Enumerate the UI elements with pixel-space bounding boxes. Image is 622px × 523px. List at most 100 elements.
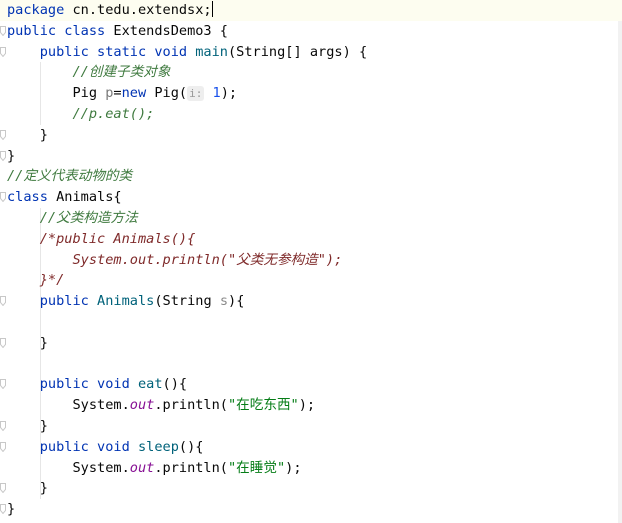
code-text: //创建子类对象 bbox=[7, 62, 170, 83]
code-line[interactable]: System.out.println("父类无参构造"); bbox=[0, 250, 618, 271]
code-line[interactable] bbox=[0, 312, 618, 333]
code-token: ); bbox=[298, 397, 316, 414]
code-token: class bbox=[7, 189, 57, 206]
code-token: Pig( bbox=[154, 85, 188, 102]
fold-marker-icon[interactable] bbox=[0, 296, 6, 307]
code-token: out bbox=[129, 397, 155, 414]
code-text: }*/ bbox=[7, 270, 65, 291]
code-token: eat bbox=[137, 376, 163, 393]
fold-marker-icon[interactable] bbox=[0, 192, 6, 203]
code-token: (){ bbox=[162, 376, 188, 393]
code-line[interactable]: class Animals{ bbox=[0, 187, 618, 208]
code-token: sleep bbox=[137, 438, 179, 455]
code-text: public Animals(String s){ bbox=[7, 291, 245, 312]
code-editor[interactable]: package cn.tedu.extendsx; public class Ex… bbox=[0, 0, 622, 523]
code-text: } bbox=[7, 416, 48, 437]
code-token: public class bbox=[7, 22, 114, 39]
code-line[interactable] bbox=[0, 354, 618, 375]
code-line[interactable]: //p.eat(); bbox=[0, 104, 618, 125]
code-token: Animals{ bbox=[56, 189, 122, 206]
fold-marker-icon[interactable] bbox=[0, 129, 6, 140]
code-token: Pig bbox=[7, 85, 106, 102]
code-token: (){ bbox=[178, 438, 204, 455]
code-token: } bbox=[7, 334, 48, 351]
code-token: ExtendsDemo3 { bbox=[113, 22, 228, 39]
code-token: new bbox=[121, 85, 155, 102]
code-line[interactable]: package cn.tedu.extendsx; bbox=[0, 0, 622, 21]
code-token: ); bbox=[220, 85, 238, 102]
code-token: //父类构造方法 bbox=[39, 210, 138, 226]
fold-marker-icon[interactable] bbox=[0, 421, 6, 431]
code-token: package bbox=[7, 2, 73, 18]
code-text: public class ExtendsDemo3 { bbox=[7, 21, 228, 42]
code-line[interactable]: } bbox=[0, 499, 618, 520]
code-text: //父类构造方法 bbox=[7, 208, 138, 229]
code-line[interactable]: public void sleep(){ bbox=[0, 437, 618, 458]
code-token: }*/ bbox=[39, 272, 65, 289]
code-text: System.out.println("父类无参构造"); bbox=[7, 250, 342, 271]
vertical-scrollbar[interactable] bbox=[618, 0, 622, 523]
code-token: } bbox=[7, 501, 16, 518]
code-line[interactable]: /*public Animals(){ bbox=[0, 229, 618, 250]
code-line[interactable]: } bbox=[0, 333, 618, 354]
code-token: .println( bbox=[154, 397, 228, 414]
code-token: public static void bbox=[39, 43, 196, 60]
code-text: class Animals{ bbox=[7, 187, 122, 208]
code-line[interactable]: Pig p=new Pig(i: 1); bbox=[0, 83, 618, 104]
fold-marker-icon[interactable] bbox=[0, 504, 6, 515]
code-line[interactable]: } bbox=[0, 416, 618, 437]
code-token: (String bbox=[154, 293, 220, 310]
code-line[interactable]: //定义代表动物的类 bbox=[0, 166, 618, 187]
code-text: } bbox=[7, 478, 48, 499]
code-line[interactable]: }*/ bbox=[0, 270, 618, 291]
parameter-hint: i: bbox=[187, 86, 205, 102]
code-text: public static void main(String[] args) { bbox=[7, 42, 367, 63]
code-line[interactable]: //创建子类对象 bbox=[0, 62, 618, 83]
code-token: public void bbox=[39, 438, 138, 455]
code-token: } bbox=[7, 147, 16, 164]
code-token: cn.tedu.extendsx; bbox=[72, 2, 212, 18]
code-text: /*public Animals(){ bbox=[7, 229, 196, 250]
code-token: ); bbox=[285, 459, 302, 476]
fold-marker-icon[interactable] bbox=[0, 46, 6, 57]
code-line[interactable]: } bbox=[0, 125, 618, 146]
code-line[interactable]: System.out.println("在吃东西"); bbox=[0, 395, 618, 416]
code-line[interactable]: public void eat(){ bbox=[0, 374, 618, 395]
code-token: public bbox=[39, 293, 98, 310]
fold-marker-icon[interactable] bbox=[0, 25, 6, 36]
fold-marker-icon[interactable] bbox=[0, 150, 6, 161]
fold-marker-icon[interactable] bbox=[0, 483, 6, 494]
code-text: Pig p=new Pig(i: 1); bbox=[7, 83, 237, 104]
code-text: //定义代表动物的类 bbox=[7, 166, 132, 187]
code-text: public void sleep(){ bbox=[7, 437, 204, 458]
fold-marker-icon[interactable] bbox=[0, 441, 6, 452]
code-line[interactable]: public static void main(String[] args) { bbox=[0, 42, 618, 63]
code-token: System. bbox=[7, 459, 130, 476]
code-text: System.out.println("在吃东西"); bbox=[7, 395, 315, 416]
code-token: System. bbox=[7, 397, 130, 414]
code-token: s bbox=[219, 293, 229, 310]
code-token: 1 bbox=[204, 85, 221, 102]
code-line[interactable]: } bbox=[0, 146, 618, 167]
code-line[interactable]: //父类构造方法 bbox=[0, 208, 618, 229]
code-text: } bbox=[7, 146, 15, 167]
code-token: } bbox=[7, 480, 48, 497]
code-line[interactable]: public class ExtendsDemo3 { bbox=[0, 21, 618, 42]
code-line[interactable]: public Animals(String s){ bbox=[0, 291, 618, 312]
fold-marker-icon[interactable] bbox=[0, 379, 6, 390]
code-line[interactable]: } bbox=[0, 478, 618, 499]
code-token: main bbox=[195, 43, 228, 60]
code-text: //p.eat(); bbox=[7, 104, 154, 125]
code-token: Animals bbox=[97, 293, 155, 310]
code-line[interactable]: System.out.println("在睡觉"); bbox=[0, 458, 618, 479]
fold-marker-icon[interactable] bbox=[0, 337, 6, 348]
code-token: /*public Animals(){ bbox=[39, 230, 196, 247]
code-token: "在睡觉" bbox=[228, 459, 286, 476]
code-token: } bbox=[7, 126, 48, 143]
